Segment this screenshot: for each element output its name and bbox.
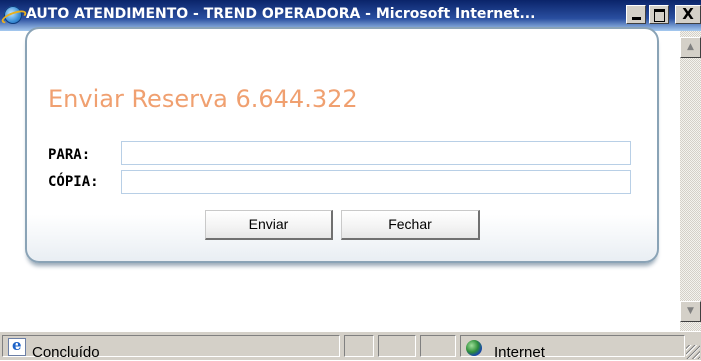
scroll-up-button[interactable]: ▲	[680, 37, 701, 58]
status-text: Concluído	[32, 344, 100, 361]
close-button[interactable]: Fechar	[341, 210, 480, 240]
close-window-button[interactable]: X	[675, 5, 701, 24]
ie-page-icon	[8, 336, 26, 356]
minimize-icon	[632, 17, 641, 20]
status-pane-3	[420, 335, 456, 357]
maximize-button[interactable]	[649, 5, 669, 24]
window-title: AUTO ATENDIMENTO - TREND OPERADORA - Mic…	[26, 6, 536, 22]
copia-label: CÓPIA:	[48, 174, 99, 190]
send-button[interactable]: Enviar	[205, 210, 333, 240]
close-icon: X	[682, 5, 694, 23]
resize-grip-icon[interactable]	[686, 345, 700, 359]
para-label: PARA:	[48, 147, 91, 163]
copia-input[interactable]	[121, 170, 631, 194]
scroll-down-button[interactable]: ▼	[680, 301, 701, 322]
status-bar: Concluído Internet	[0, 331, 701, 361]
globe-icon	[466, 340, 482, 356]
status-pane-1	[344, 335, 374, 357]
status-pane-2	[378, 335, 416, 357]
zone-text: Internet	[494, 344, 545, 361]
page-title: Enviar Reserva 6.644.322	[48, 85, 358, 113]
maximize-icon	[654, 9, 665, 22]
ie-logo-icon	[4, 6, 22, 24]
minimize-button[interactable]	[626, 5, 646, 24]
para-input[interactable]	[121, 141, 631, 165]
vertical-scrollbar[interactable]	[680, 31, 701, 331]
